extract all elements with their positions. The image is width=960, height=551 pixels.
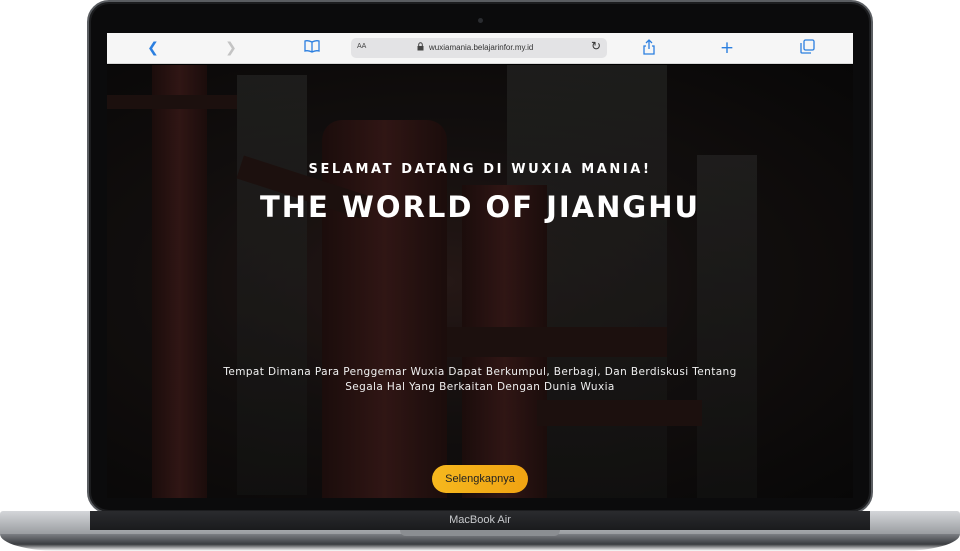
- reload-icon[interactable]: ↻: [591, 39, 601, 53]
- tabs-icon[interactable]: [798, 39, 816, 57]
- chevron-right-icon[interactable]: ❯: [222, 39, 240, 57]
- hero-greeting: SELAMAT DATANG DI WUXIA MANIA!: [308, 162, 652, 177]
- share-icon[interactable]: [640, 39, 658, 57]
- hero-section: SELAMAT DATANG DI WUXIA MANIA! THE WORLD…: [107, 65, 853, 498]
- laptop-base: MacBook Air: [0, 511, 960, 551]
- hero-description-line: Segala Hal Yang Berkaitan Dengan Dunia W…: [345, 381, 615, 393]
- camera-icon: [478, 18, 483, 23]
- url-text: wuxiamania.belajarinfor.my.id: [429, 43, 534, 52]
- laptop-base-bottom: [0, 534, 960, 551]
- browser-toolbar: ❮ ❯ AA wuxiamania.belajarinfor.my.id ↻ +: [107, 33, 853, 64]
- plus-icon[interactable]: +: [718, 39, 736, 57]
- lock-icon: [417, 42, 424, 53]
- read-more-button[interactable]: Selengkapnya: [432, 465, 528, 493]
- book-icon[interactable]: [303, 39, 321, 57]
- chevron-left-icon[interactable]: ❮: [144, 39, 162, 57]
- device-label: MacBook Air: [449, 514, 511, 526]
- text-size-button[interactable]: AA: [357, 43, 366, 50]
- hero-overlay: [107, 65, 853, 498]
- address-bar[interactable]: AA wuxiamania.belajarinfor.my.id ↻: [351, 38, 607, 58]
- laptop-notch: [400, 530, 560, 536]
- browser-screen: ❮ ❯ AA wuxiamania.belajarinfor.my.id ↻ +: [107, 33, 853, 498]
- hero-title: THE WORLD OF JIANGHU: [259, 190, 701, 224]
- hero-description-line: Tempat Dimana Para Penggemar Wuxia Dapat…: [223, 366, 737, 378]
- hero-description: Tempat Dimana Para Penggemar Wuxia Dapat…: [210, 365, 750, 395]
